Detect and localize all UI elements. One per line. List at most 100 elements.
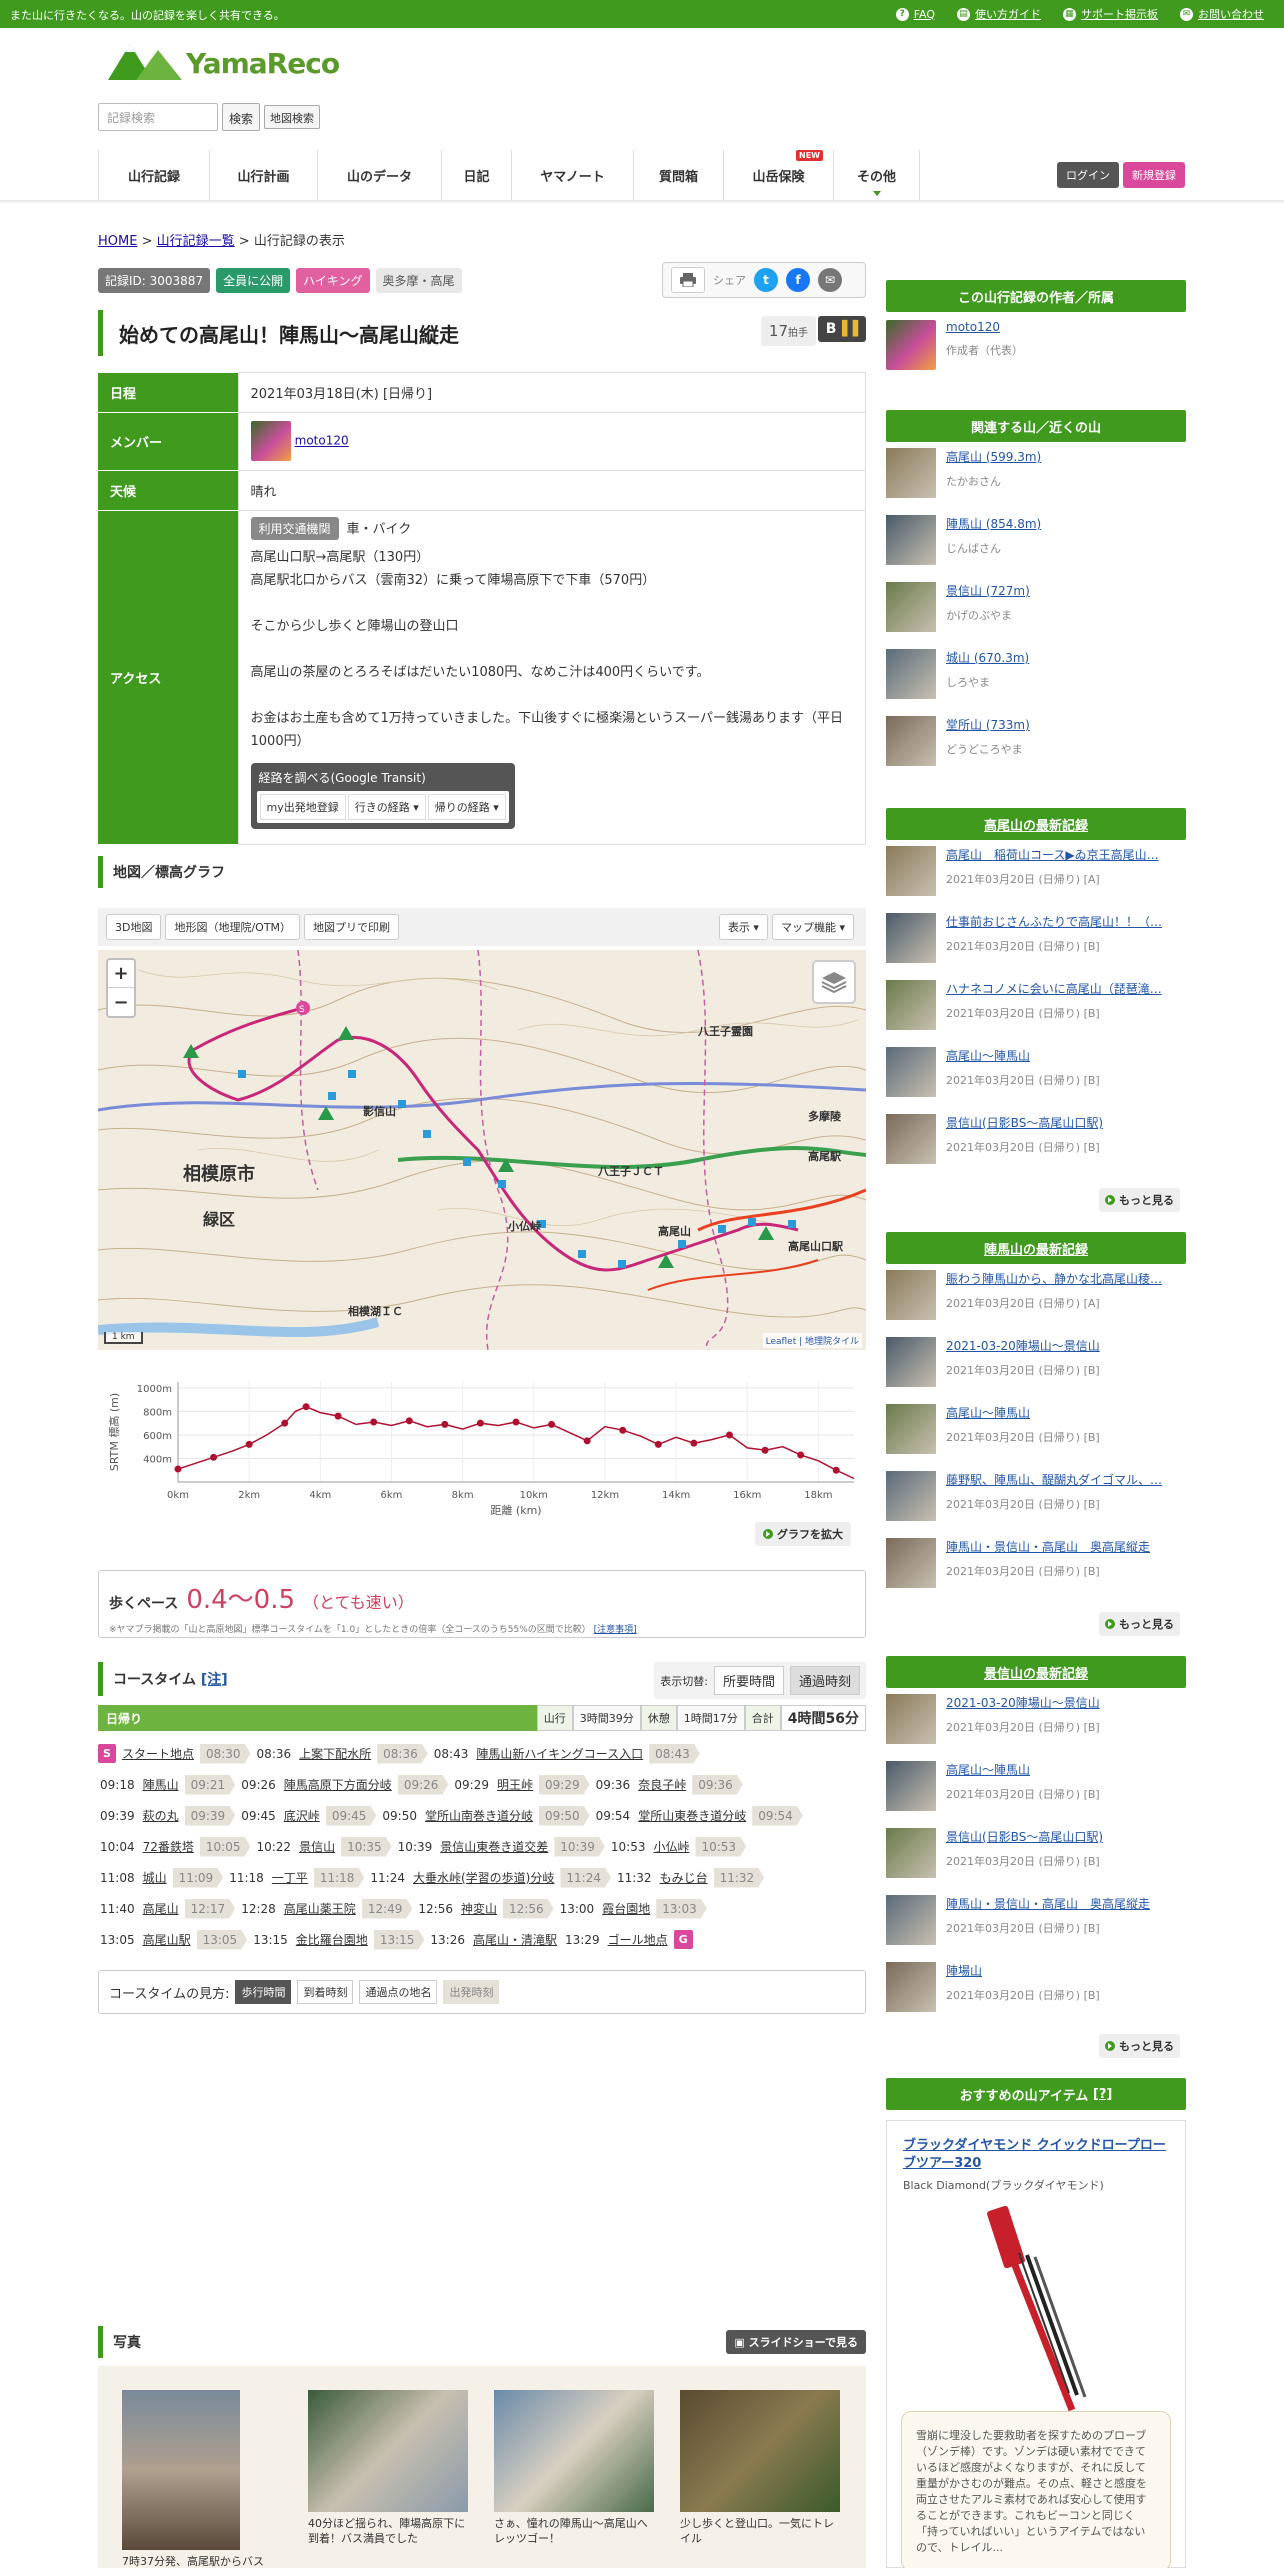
coursetime-note-link[interactable]: [注] (201, 1669, 228, 1689)
thumbnail[interactable] (886, 1404, 936, 1454)
thumbnail[interactable] (886, 1114, 936, 1164)
sidebar-list-item[interactable]: 城山 (670.3m) しろやま (886, 643, 1186, 710)
return-route-button[interactable]: 帰りの経路 ▾ (427, 793, 506, 820)
thumbnail[interactable] (886, 649, 936, 699)
facebook-icon[interactable]: f (786, 268, 810, 292)
waypoint-link[interactable]: 大垂水峠(学習の歩道)分岐 (411, 1866, 556, 1889)
waypoint-link[interactable]: 堂所山南巻き道分岐 (423, 1804, 535, 1827)
breadcrumb-home[interactable]: HOME (98, 234, 137, 249)
zoom-out-button[interactable]: − (108, 988, 134, 1016)
slideshow-button[interactable]: ▣ スライドショーで見る (726, 2330, 866, 2354)
thumbnail[interactable] (886, 1471, 936, 1521)
outbound-route-button[interactable]: 行きの経路 ▾ (347, 793, 426, 820)
nav-questions[interactable]: 質問箱 (634, 150, 724, 200)
waypoint-link[interactable]: 奈良子峠 (636, 1773, 688, 1796)
item-link[interactable]: 高尾山～陣馬山 (946, 1761, 1182, 1778)
item-link[interactable]: 2021-03-20陣場山～景信山 (946, 1694, 1182, 1711)
photo-image[interactable] (494, 2390, 654, 2512)
item-link[interactable]: 高尾山 (599.3m) (946, 448, 1182, 465)
waypoint-link[interactable]: 城山 (141, 1866, 169, 1889)
photo-image[interactable] (680, 2390, 840, 2512)
avatar[interactable] (886, 320, 936, 370)
item-link[interactable]: 景信山(日影BS～高尾山口駅) (946, 1828, 1182, 1845)
item-link[interactable]: 2021-03-20陣場山～景信山 (946, 1337, 1182, 1354)
item-link[interactable]: 陣馬山・景信山・高尾山 奥高尾縦走 (946, 1895, 1182, 1912)
member-link[interactable]: moto120 (295, 434, 349, 448)
sidebar-list-item[interactable]: 景信山 (727m) かげのぶやま (886, 576, 1186, 643)
photo-card[interactable]: 40分ほど揺られ、陣場高原下に到着！バス満員でした (308, 2390, 468, 2546)
item-link[interactable]: 陣馬山・景信山・高尾山 奥高尾縦走 (946, 1538, 1182, 1555)
sidebar-list-item[interactable]: 2021-03-20陣場山～景信山 2021年03月20日 (日帰り) [B] (886, 1688, 1186, 1755)
thumbnail[interactable] (886, 846, 936, 896)
breadcrumb-list[interactable]: 山行記録一覧 (157, 234, 235, 249)
waypoint-link[interactable]: 高尾山薬王院 (282, 1897, 358, 1920)
record-search-input[interactable]: 記録検索 (98, 103, 218, 131)
more-button[interactable]: もっと見る (1099, 2034, 1180, 2058)
item-link[interactable]: 陣場山 (946, 1962, 1182, 1979)
register-origin-button[interactable]: my出発地登録 (259, 793, 346, 820)
waypoint-link[interactable]: 陣馬山 (141, 1773, 181, 1796)
site-logo[interactable]: YamaReco (108, 40, 340, 80)
photo-card[interactable]: 少し歩くと登山口。一気にトレイル (680, 2390, 840, 2546)
item-link[interactable]: 藤野駅、陣馬山、醍醐丸ダイゴマル、… (946, 1471, 1182, 1488)
item-link[interactable]: 高尾山～陣馬山 (946, 1047, 1182, 1064)
item-name[interactable]: ブラックダイヤモンド クイックドロープローブツアー320 (887, 2121, 1185, 2173)
photo-image[interactable] (122, 2390, 240, 2550)
waypoint-link[interactable]: 底沢峠 (282, 1804, 322, 1827)
nav-plans[interactable]: 山行計画 (210, 150, 318, 200)
thumbnail[interactable] (886, 1538, 936, 1588)
login-button[interactable]: ログイン (1057, 162, 1119, 188)
waypoint-link[interactable]: ゴール地点 (606, 1928, 670, 1951)
thumbnail[interactable] (886, 1694, 936, 1744)
nav-diary[interactable]: 日記 (442, 150, 512, 200)
item-link[interactable]: 陣馬山 (854.8m) (946, 515, 1182, 532)
waypoint-link[interactable]: 堂所山東巻き道分岐 (636, 1804, 748, 1827)
map-3d-button[interactable]: 3D地図 (106, 914, 162, 940)
thumbnail[interactable] (886, 1895, 936, 1945)
thumbnail[interactable] (886, 1962, 936, 2012)
route-map[interactable]: S 相模原市 緑区 八王子霊園 高尾駅 高尾山口駅 小仏峠 影信山 八王子ＪＣＴ… (98, 950, 866, 1350)
thumbnail[interactable] (886, 1337, 936, 1387)
waypoint-link[interactable]: 一丁平 (270, 1866, 310, 1889)
sidebar-list-item[interactable]: 陣馬山・景信山・高尾山 奥高尾縦走 2021年03月20日 (日帰り) [B] (886, 1889, 1186, 1956)
thumbnail[interactable] (886, 582, 936, 632)
takao-heading[interactable]: 高尾山の最新記録 (886, 808, 1186, 840)
waypoint-link[interactable]: 神変山 (459, 1897, 499, 1920)
thumbnail[interactable] (886, 1270, 936, 1320)
waypoint-link[interactable]: 明王峠 (495, 1773, 535, 1796)
waypoint-link[interactable]: 72番鉄塔 (141, 1835, 196, 1858)
avatar[interactable] (250, 421, 291, 461)
waypoint-link[interactable]: 萩の丸 (141, 1804, 181, 1827)
waypoint-link[interactable]: 小仏峠 (651, 1835, 691, 1858)
waypoint-link[interactable]: 景信山東巻き道交差 (438, 1835, 550, 1858)
waypoint-link[interactable]: 陣馬高原下方面分岐 (282, 1773, 394, 1796)
sidebar-list-item[interactable]: 高尾山～陣馬山 2021年03月20日 (日帰り) [B] (886, 1041, 1186, 1108)
item-link[interactable]: 高尾山～陣馬山 (946, 1404, 1182, 1421)
sidebar-list-item[interactable]: 景信山(日影BS～高尾山口駅) 2021年03月20日 (日帰り) [B] (886, 1108, 1186, 1175)
item-link[interactable]: 賑わう陣馬山から、静かな北高尾山稜… (946, 1270, 1182, 1287)
thumbnail[interactable] (886, 1047, 936, 1097)
more-button[interactable]: もっと見る (1099, 1612, 1180, 1636)
thumbnail[interactable] (886, 980, 936, 1030)
nav-mountain-data[interactable]: 山のデータ (318, 150, 442, 200)
layers-icon[interactable] (812, 960, 856, 1004)
photo-image[interactable] (308, 2390, 468, 2512)
item-link[interactable]: 景信山 (727m) (946, 582, 1182, 599)
nav-insurance[interactable]: 山岳保険 NEW (724, 150, 834, 200)
nav-other[interactable]: その他 (834, 150, 920, 200)
author-name[interactable]: moto120 (946, 320, 1182, 334)
search-button[interactable]: 検索 (222, 103, 261, 131)
type-tag[interactable]: ハイキング (296, 268, 370, 293)
item-help-link[interactable]: [?] (1093, 2087, 1112, 2102)
register-button[interactable]: 新規登録 (1123, 162, 1185, 188)
mail-share-icon[interactable]: ✉ (818, 268, 842, 292)
faq-link[interactable]: ? FAQ (895, 6, 935, 22)
sidebar-list-item[interactable]: 賑わう陣馬山から、静かな北高尾山稜… 2021年03月20日 (日帰り) [A] (886, 1264, 1186, 1331)
thumbnail[interactable] (886, 1828, 936, 1878)
sidebar-list-item[interactable]: 仕事前おじさんふたりで高尾山！！（… 2021年03月20日 (日帰り) [B] (886, 907, 1186, 974)
area-tag[interactable]: 奥多摩・高尾 (375, 268, 462, 293)
photo-card[interactable]: 7時37分発、高尾駅からバス (122, 2390, 282, 2568)
map-topo-button[interactable]: 地形図（地理院/OTM） (165, 914, 301, 940)
sidebar-list-item[interactable]: 陣馬山 (854.8m) じんばさん (886, 509, 1186, 576)
map-display-dropdown[interactable]: 表示 ▾ (718, 914, 768, 940)
